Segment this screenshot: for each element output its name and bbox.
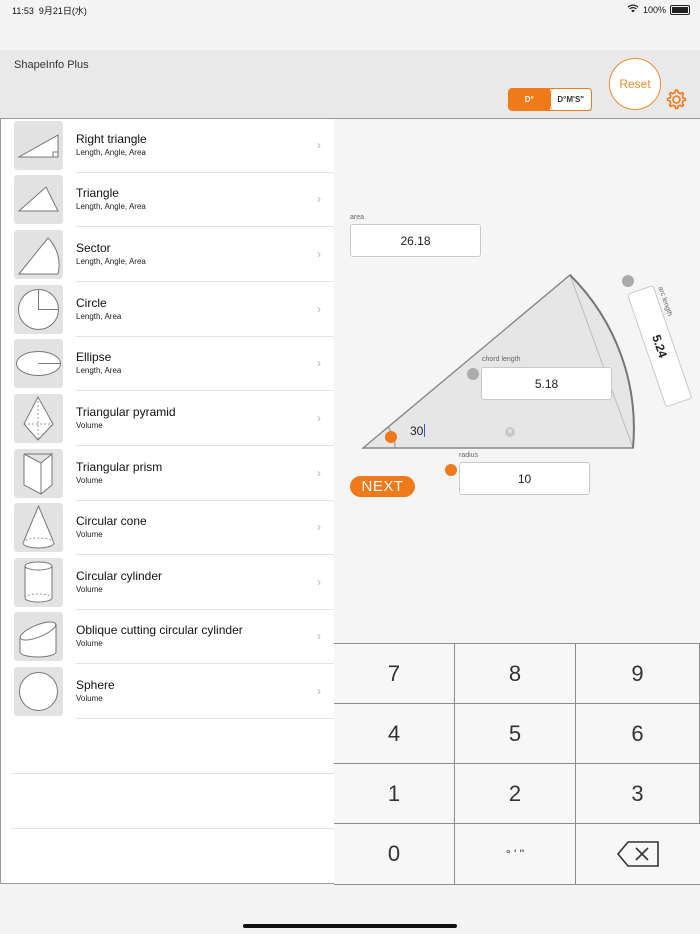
angle-input[interactable]: 30 — [410, 424, 426, 438]
list-item-title: Circular cylinder — [76, 569, 163, 583]
list-item-title: Circle — [76, 296, 107, 310]
triangle-icon — [14, 175, 63, 224]
wifi-icon — [627, 4, 639, 15]
battery-text: 100% — [642, 4, 666, 15]
list-item[interactable]: Oblique cutting circular cylinder Volume… — [1, 610, 334, 664]
list-item-title: Circular cone — [76, 514, 147, 528]
list-item-title: Triangular pyramid — [76, 405, 176, 419]
list-item[interactable]: Right triangle Length, Angle, Area › — [1, 119, 334, 173]
angle-format-toggle[interactable]: D° D°M'S" — [508, 88, 592, 111]
chevron-right-icon: › — [317, 520, 321, 534]
list-item-subtitle: Length, Area — [76, 312, 122, 321]
key-8[interactable]: 8 — [455, 644, 576, 704]
key-2[interactable]: 2 — [455, 764, 576, 824]
key-1[interactable]: 1 — [334, 764, 455, 824]
chevron-right-icon: › — [317, 684, 321, 698]
key-4[interactable]: 4 — [334, 704, 455, 764]
clear-icon[interactable]: × — [505, 427, 515, 437]
list-item[interactable]: Triangle Length, Angle, Area › — [1, 173, 334, 227]
divider — [11, 828, 334, 829]
list-item-title: Right triangle — [76, 132, 147, 146]
angle-dot[interactable] — [385, 431, 397, 443]
key-7[interactable]: 7 — [334, 644, 455, 704]
cylinder-icon — [14, 558, 63, 607]
list-item[interactable]: Ellipse Length, Area › — [1, 337, 334, 391]
key-degree-minute-second[interactable]: ° ' '' — [455, 824, 576, 884]
list-item-subtitle: Length, Angle, Area — [76, 257, 146, 266]
chord-length-label: chord length — [482, 356, 521, 363]
radius-label: radius — [459, 452, 479, 459]
cone-icon — [14, 503, 63, 552]
degrees-option[interactable]: D° — [509, 89, 550, 110]
list-item-subtitle: Length, Angle, Area — [76, 148, 146, 157]
chevron-right-icon: › — [317, 466, 321, 480]
chevron-right-icon: › — [317, 138, 321, 152]
list-item[interactable]: Circle Length, Area › — [1, 283, 334, 337]
list-item-subtitle: Volume — [76, 694, 103, 703]
list-item-subtitle: Volume — [76, 530, 103, 539]
divider — [11, 773, 334, 774]
arc-length-dot[interactable] — [622, 275, 634, 287]
list-item-subtitle: Volume — [76, 585, 103, 594]
list-item-subtitle: Volume — [76, 639, 103, 648]
key-0[interactable]: 0 — [334, 824, 455, 884]
circle-icon — [14, 285, 63, 334]
sphere-icon — [14, 667, 63, 716]
list-item[interactable]: Sector Length, Angle, Area › — [1, 228, 334, 282]
battery-icon — [670, 4, 690, 15]
dms-option[interactable]: D°M'S" — [549, 89, 592, 110]
list-item[interactable]: Sphere Volume › — [1, 665, 334, 719]
shape-list: Right triangle Length, Angle, Area › Tri… — [0, 119, 335, 884]
list-item-title: Oblique cutting circular cylinder — [76, 623, 243, 637]
next-button[interactable]: NEXT — [350, 476, 415, 497]
list-item[interactable]: Circular cone Volume › — [1, 501, 334, 555]
list-item-title: Sphere — [76, 678, 115, 692]
ellipse-icon — [14, 339, 63, 388]
list-item-subtitle: Length, Area — [76, 366, 122, 375]
header-bar: ShapeInfo Plus D° D°M'S" Reset — [0, 50, 700, 119]
numeric-keypad: 7 8 9 4 5 6 1 2 3 0 ° ' '' — [334, 643, 700, 885]
list-item[interactable]: Circular cylinder Volume › — [1, 556, 334, 610]
chevron-right-icon: › — [317, 192, 321, 206]
chevron-right-icon: › — [317, 302, 321, 316]
status-right: 100% — [627, 4, 690, 15]
chevron-right-icon: › — [317, 411, 321, 425]
chord-length-field[interactable]: 5.18 — [481, 367, 612, 400]
list-item[interactable]: Triangular pyramid Volume › — [1, 392, 334, 446]
key-5[interactable]: 5 — [455, 704, 576, 764]
app-title: ShapeInfo Plus — [14, 59, 89, 71]
key-9[interactable]: 9 — [576, 644, 700, 704]
backspace-icon[interactable] — [576, 824, 700, 884]
chord-length-dot[interactable] — [467, 368, 479, 380]
list-item-subtitle: Volume — [76, 421, 103, 430]
chevron-right-icon: › — [317, 629, 321, 643]
list-item-title: Sector — [76, 241, 111, 255]
chevron-right-icon: › — [317, 356, 321, 370]
chevron-right-icon: › — [317, 247, 321, 261]
list-item-title: Triangle — [76, 186, 119, 200]
list-item-title: Triangular prism — [76, 460, 163, 474]
key-6[interactable]: 6 — [576, 704, 700, 764]
sector-workspace: area 26.18 arc length 5.24 chord length … — [334, 119, 700, 643]
radius-dot[interactable] — [445, 464, 457, 476]
sector-icon — [14, 230, 63, 279]
list-item[interactable]: Triangular prism Volume › — [1, 447, 334, 501]
list-item-title: Ellipse — [76, 350, 112, 364]
status-time: 11:53 9月21日(水) — [12, 6, 87, 16]
gear-icon[interactable] — [664, 87, 688, 111]
list-item-subtitle: Length, Angle, Area — [76, 202, 146, 211]
prism-icon — [14, 449, 63, 498]
oblique-cylinder-icon — [14, 612, 63, 661]
pyramid-icon — [14, 394, 63, 443]
status-bar: 11:53 9月21日(水) 100% — [0, 0, 700, 18]
home-indicator — [243, 924, 457, 928]
radius-field[interactable]: 10 — [459, 462, 590, 495]
reset-button[interactable]: Reset — [609, 58, 661, 110]
key-3[interactable]: 3 — [576, 764, 700, 824]
right-triangle-icon — [14, 121, 63, 170]
chevron-right-icon: › — [317, 575, 321, 589]
list-item-subtitle: Volume — [76, 476, 103, 485]
